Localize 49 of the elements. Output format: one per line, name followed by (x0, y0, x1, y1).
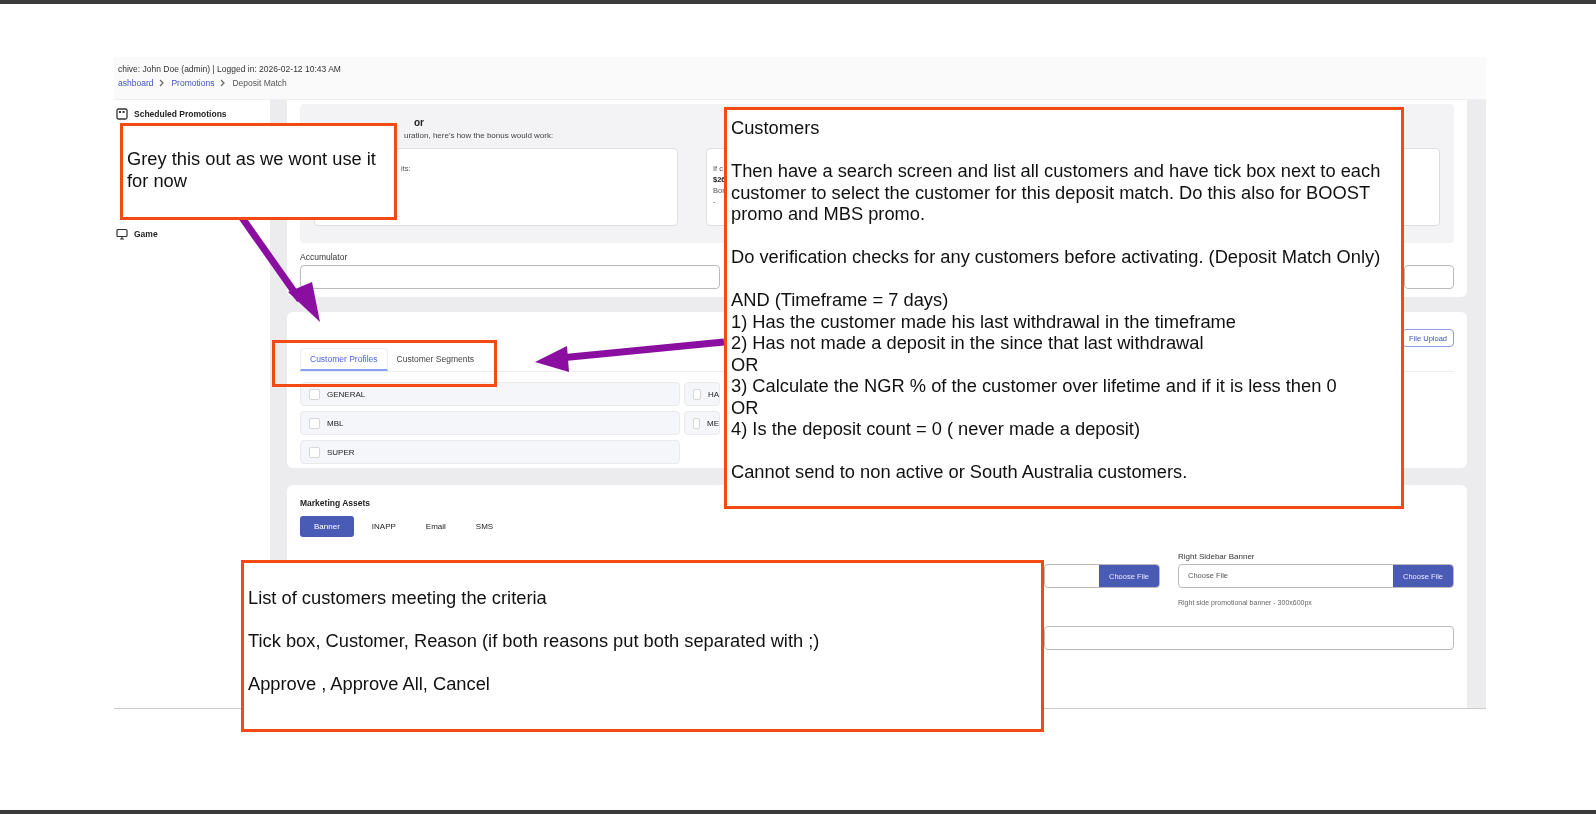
tab[interactable]: Customer Profiles (300, 348, 388, 371)
input-field[interactable] (1044, 626, 1454, 650)
sidebar-item[interactable]: Scheduled Promotions (114, 108, 270, 120)
tab[interactable]: INAPP (359, 516, 408, 537)
tab[interactable]: Email (413, 516, 458, 537)
annotation-text: Grey this out as we wont use it for now (127, 148, 377, 191)
annotation-text: Approve , Approve All, Cancel (248, 673, 491, 695)
profile-option[interactable]: SUPER (300, 440, 680, 464)
annotation-text: 4) Is the deposit count = 0 ( never made a deposit) (731, 418, 1142, 440)
section-title: Marketing Assets (300, 498, 372, 508)
annotation-text: 1) Has the customer made his last withdrawal in the timeframe (731, 310, 1237, 332)
tab[interactable]: SMS (463, 516, 506, 537)
annotation-text: AND (Timeframe = 7 days) (731, 289, 950, 311)
annotation-text: Customers (731, 117, 821, 139)
annotation-text: 2) Has not made a deposit in the since that last withdrawal (731, 332, 1205, 354)
checkbox[interactable] (309, 417, 320, 429)
input-field[interactable] (1404, 265, 1454, 289)
checkbox[interactable] (693, 417, 700, 429)
profile-option[interactable]: GENERAL (300, 382, 680, 406)
annotation-text: 3) Calculate the NGR % of the customer over lifetime and if it is less then 0 (731, 375, 1338, 397)
checkbox[interactable] (693, 388, 701, 400)
annotation-text: Then have a search screen and list all customers and have tick box next to each customer to select the customer for this deposit match. Do this also for BOOST promo and MBS promo. (731, 160, 1382, 225)
breadcrumb-item[interactable]: Promotions (171, 77, 215, 89)
input-field[interactable] (300, 265, 720, 289)
section-title: or (414, 117, 424, 128)
annotation-text: Tick box, Customer, Reason (if both reasons put both separated with ;) (248, 630, 821, 652)
calendar-icon (116, 108, 128, 120)
field-label: Accumulator (300, 252, 348, 262)
annotation-text: Cannot send to non active or South Australia customers. (731, 461, 1189, 483)
annotation-text: OR (731, 353, 760, 375)
chevron-icon (159, 79, 166, 87)
profile-option[interactable]: HA (684, 382, 720, 406)
profile-option[interactable]: ME (684, 411, 720, 435)
profile-option[interactable]: MBL (300, 411, 680, 435)
checkbox[interactable] (309, 446, 320, 458)
annotation-text: OR (731, 396, 760, 418)
breadcrumb-item[interactable]: ashboard (118, 77, 154, 89)
section-subtitle: uration, here's how the bonus would work: (404, 131, 554, 140)
chevron-icon (220, 79, 227, 87)
breadcrumb-item: Deposit Match (232, 77, 287, 89)
monitor-icon (116, 228, 128, 240)
tab[interactable]: Customer Segments (387, 348, 484, 371)
field-label: Right Sidebar Banner (1178, 552, 1256, 563)
annotation-text: Do verification checks for any customers before activating. (Deposit Match Only) (731, 246, 1382, 268)
sidebar-item[interactable]: Game (114, 228, 270, 240)
annotation-text: List of customers meeting the criteria (248, 587, 548, 609)
tab[interactable]: Banner (300, 516, 354, 537)
session-info: chive: John Doe (admin) | Logged in: 2026-02-12 10:43 AM (118, 63, 342, 75)
checkbox[interactable] (309, 388, 320, 400)
